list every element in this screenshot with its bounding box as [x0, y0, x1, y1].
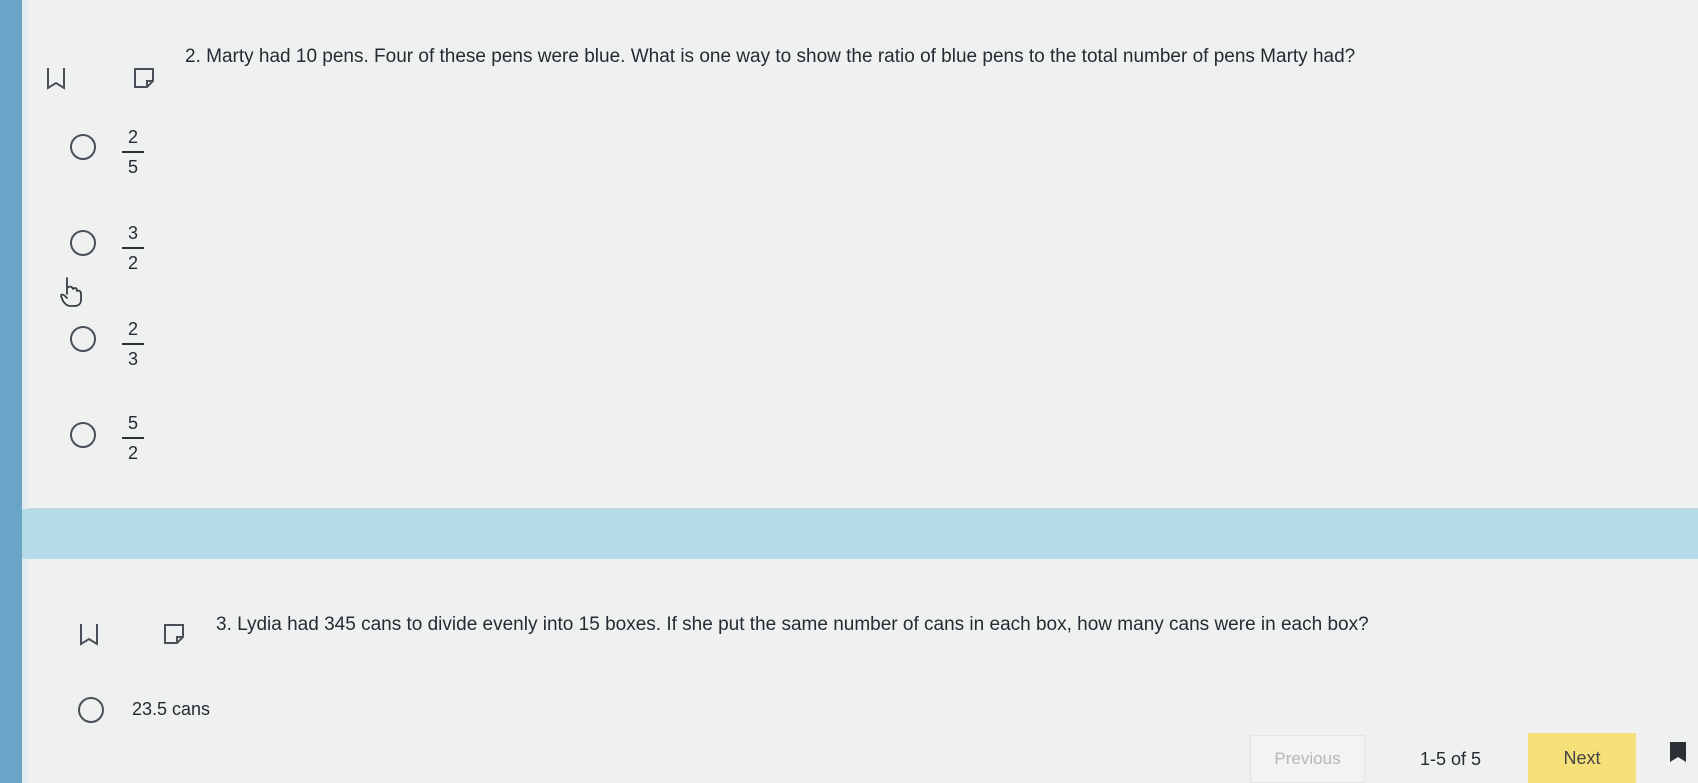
note-icon[interactable] — [132, 66, 156, 90]
option-3-a-label: 23.5 cans — [132, 699, 211, 719]
fraction-option-2-d: 5 2 — [122, 412, 144, 464]
fraction-option-2-c: 2 3 — [122, 318, 144, 370]
radio-option-2-d[interactable] — [70, 422, 96, 448]
radio-option-2-b[interactable] — [70, 230, 96, 256]
bookmark-icon[interactable] — [44, 66, 68, 90]
radio-option-2-c[interactable] — [70, 326, 96, 352]
radio-option-2-a[interactable] — [70, 134, 96, 160]
fraction-bar — [122, 343, 144, 345]
numerator: 2 — [127, 127, 138, 147]
page-count: 1-5 of 5 — [1420, 749, 1482, 769]
next-button[interactable]: Next — [1528, 733, 1636, 783]
note-icon[interactable] — [162, 622, 186, 646]
pointer-hand-icon — [60, 277, 82, 307]
radio-option-3-a[interactable] — [78, 697, 104, 723]
numerator: 3 — [127, 223, 138, 243]
fraction-option-2-b: 3 2 — [122, 222, 144, 274]
numerator: 5 — [127, 413, 138, 433]
question-separator — [22, 509, 1698, 559]
question-2-text: 2. Marty had 10 pens. Four of these pens… — [185, 46, 1356, 67]
previous-button[interactable]: Previous — [1250, 735, 1365, 783]
fraction-option-2-a: 2 5 — [122, 126, 144, 178]
denominator: 2 — [127, 253, 138, 273]
denominator: 2 — [127, 443, 138, 463]
left-accent-strip — [0, 0, 22, 783]
bookmark-icon[interactable] — [77, 622, 101, 646]
question-3-text: 3. Lydia had 345 cans to divide evenly i… — [216, 614, 1369, 635]
question-card-2 — [28, 0, 1698, 509]
denominator: 3 — [127, 349, 138, 369]
bookmark-icon[interactable] — [1666, 740, 1690, 764]
fraction-bar — [122, 247, 144, 249]
denominator: 5 — [127, 157, 138, 177]
fraction-bar — [122, 437, 144, 439]
numerator: 2 — [127, 319, 138, 339]
fraction-bar — [122, 151, 144, 153]
